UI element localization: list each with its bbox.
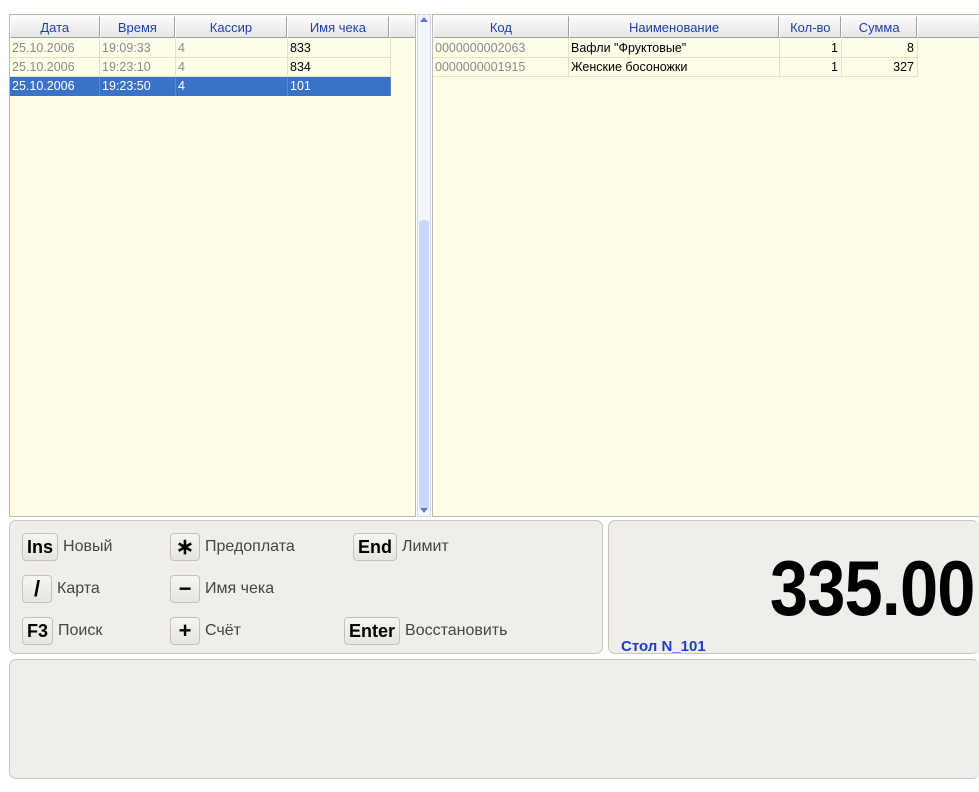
key-asterisk[interactable]: ∗ — [170, 533, 200, 561]
scroll-down-arrow-icon[interactable] — [420, 508, 428, 513]
column-header-receipt-name[interactable]: Имя чека — [286, 16, 390, 38]
items-table-header: Код Наименование Кол-во Сумма — [433, 15, 979, 39]
hotkey-receipt-name[interactable]: − Имя чека — [170, 575, 274, 603]
column-header-cashier[interactable]: Кассир — [175, 16, 287, 38]
cell-receipt-name: 834 — [288, 58, 391, 77]
column-header-sum[interactable]: Сумма — [841, 16, 918, 38]
key-f3[interactable]: F3 — [22, 617, 54, 645]
table-row-receipt-834[interactable]: 25.10.2006 19:23:10 4 834 — [10, 58, 415, 77]
hotkey-new[interactable]: Ins Новый — [22, 533, 112, 561]
table-row-receipt-833[interactable]: 25.10.2006 19:09:33 4 833 — [10, 39, 415, 58]
cell-sum: 8 — [842, 39, 918, 58]
cell-receipt-name: 833 — [288, 39, 391, 58]
hotkey-search[interactable]: F3 Поиск — [22, 617, 102, 645]
table-row-item[interactable]: 0000000002063 Вафли "Фруктовые" 1 8 — [433, 39, 979, 58]
table-row-item[interactable]: 0000000001915 Женские босоножки 1 327 — [433, 58, 979, 77]
key-end[interactable]: End — [353, 533, 397, 561]
cell-name: Вафли "Фруктовые" — [569, 39, 780, 58]
key-minus[interactable]: − — [170, 575, 200, 603]
cell-name: Женские босоножки — [569, 58, 780, 77]
hotkey-label: Предоплата — [205, 538, 295, 555]
hotkey-limit[interactable]: End Лимит — [353, 533, 449, 561]
column-header-code[interactable]: Код — [433, 16, 569, 38]
cell-cashier: 4 — [176, 58, 288, 77]
table-row-receipt-101-selected[interactable]: 25.10.2006 19:23:50 4 101 — [10, 77, 415, 96]
message-panel — [9, 659, 979, 779]
cell-quantity: 1 — [780, 58, 842, 77]
hotkey-label: Новый — [63, 538, 113, 555]
hotkeys-panel: Ins Новый ∗ Предоплата End Лимит / Карта… — [9, 520, 603, 654]
cell-sum: 327 — [842, 58, 918, 77]
column-header-name[interactable]: Наименование — [568, 16, 780, 38]
column-header-quantity[interactable]: Кол-во — [779, 16, 842, 38]
hotkey-prepayment[interactable]: ∗ Предоплата — [170, 533, 295, 561]
cell-code: 0000000001915 — [433, 58, 569, 77]
key-slash[interactable]: / — [22, 575, 52, 603]
cell-date: 25.10.2006 — [10, 58, 100, 77]
scroll-thumb[interactable] — [419, 220, 429, 510]
column-header-spacer — [917, 16, 979, 38]
hotkey-restore[interactable]: Enter Восстановить — [344, 617, 507, 645]
hotkey-bill[interactable]: + Счёт — [170, 617, 241, 645]
cell-cashier: 4 — [176, 39, 288, 58]
hotkey-label: Имя чека — [205, 580, 275, 597]
cell-date: 25.10.2006 — [10, 39, 100, 58]
total-amount: 335.00 — [770, 544, 976, 632]
hotkey-label: Поиск — [58, 622, 103, 639]
cell-cashier: 4 — [176, 77, 288, 96]
total-panel: 335.00 Стол N_101 — [608, 520, 979, 655]
cell-date: 25.10.2006 — [10, 77, 100, 96]
key-ins[interactable]: Ins — [22, 533, 59, 561]
hotkey-label: Карта — [57, 580, 100, 597]
receipt-items-table[interactable]: Код Наименование Кол-во Сумма 0000000002… — [432, 14, 979, 517]
column-header-date[interactable]: Дата — [10, 16, 100, 38]
hotkey-card[interactable]: / Карта — [22, 575, 100, 603]
column-header-spacer — [389, 16, 415, 38]
cash-register-window: Дата Время Кассир Имя чека 25.10.2006 19… — [0, 0, 979, 792]
column-header-time[interactable]: Время — [99, 16, 176, 38]
key-enter[interactable]: Enter — [344, 617, 401, 645]
scroll-up-arrow-icon[interactable] — [420, 17, 428, 22]
hotkey-label: Счёт — [205, 622, 241, 639]
cell-code: 0000000002063 — [433, 39, 569, 58]
cell-time: 19:23:50 — [100, 77, 176, 96]
table-number-label: Стол N_101 — [621, 638, 706, 655]
receipts-scrollbar[interactable] — [417, 14, 431, 517]
hotkey-label: Восстановить — [405, 622, 508, 639]
cell-time: 19:09:33 — [100, 39, 176, 58]
cell-receipt-name: 101 — [288, 77, 391, 96]
cell-time: 19:23:10 — [100, 58, 176, 77]
cell-quantity: 1 — [780, 39, 842, 58]
receipts-table[interactable]: Дата Время Кассир Имя чека 25.10.2006 19… — [9, 14, 416, 517]
hotkey-label: Лимит — [402, 538, 449, 555]
receipts-table-header: Дата Время Кассир Имя чека — [10, 15, 415, 39]
key-plus[interactable]: + — [170, 617, 200, 645]
